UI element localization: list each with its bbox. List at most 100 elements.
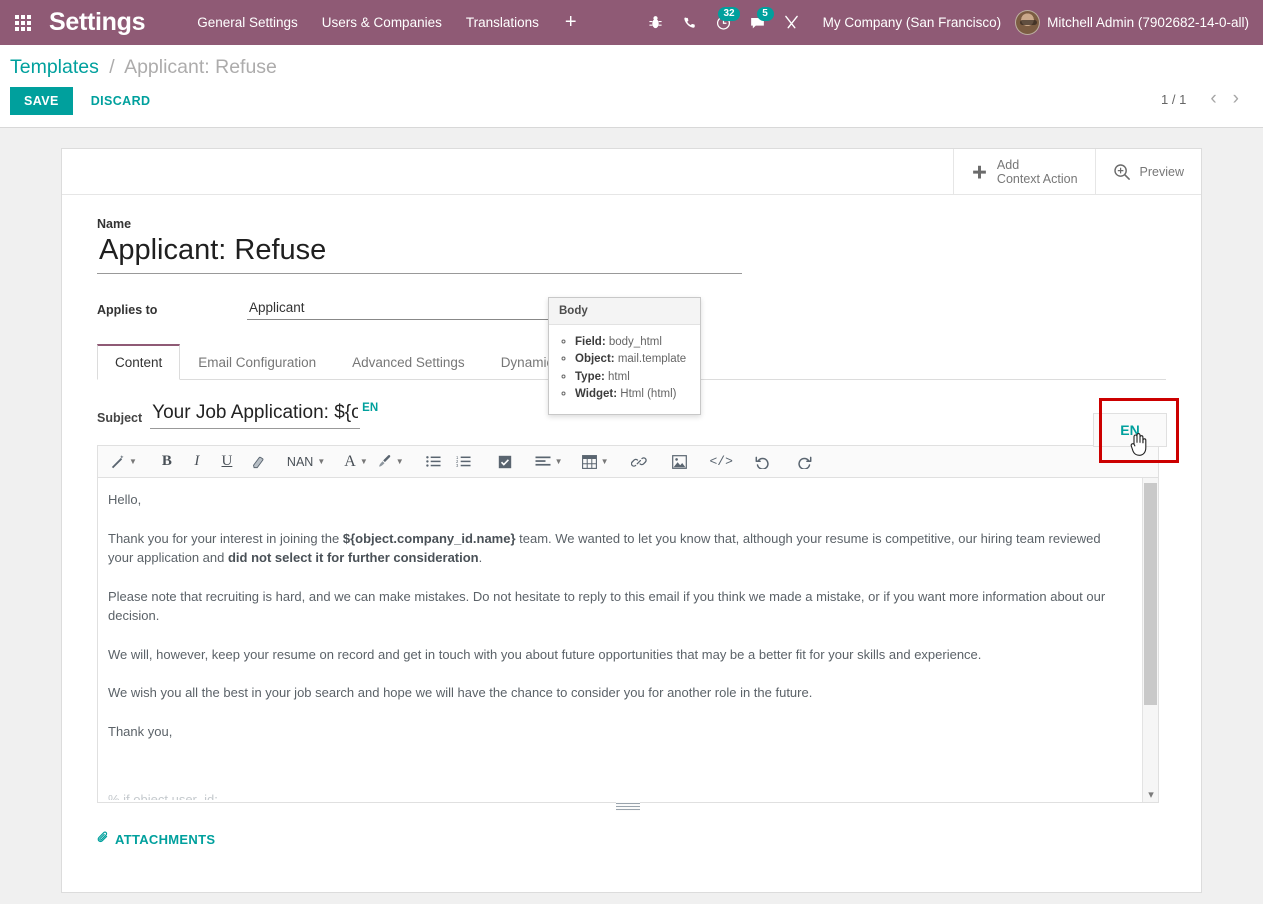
form-sheet: Add Context Action Preview Name	[61, 148, 1202, 893]
bold-icon[interactable]: B	[152, 446, 182, 477]
font-color-icon[interactable]: A▼	[340, 446, 371, 477]
navbar-menu: General Settings Users & Companies Trans…	[185, 0, 590, 45]
paintbrush-icon-svg	[376, 454, 392, 469]
background-color-icon[interactable]: ▼	[372, 446, 408, 477]
attachments-label: ATTACHMENTS	[115, 832, 215, 847]
paperclip-icon-svg	[97, 831, 109, 844]
body-paragraph-1: Thank you for your interest in joining t…	[108, 529, 1119, 568]
attachments-button[interactable]: ATTACHMENTS	[97, 831, 215, 847]
font-size-dropdown[interactable]: NAN▼	[283, 446, 329, 477]
tools-icon-svg	[784, 15, 799, 30]
tooltip-title: Body	[549, 298, 700, 325]
subject-label: Subject	[97, 411, 142, 429]
applies-to-label: Applies to	[97, 303, 247, 317]
tooltip-widget-key: Widget:	[575, 388, 617, 400]
editor-canvas[interactable]: Hello, Thank you for your interest in jo…	[97, 478, 1159, 803]
align-icon-svg	[535, 456, 551, 468]
apps-menu-button[interactable]	[0, 0, 46, 45]
magnifier-plus-icon	[1113, 163, 1131, 181]
editor-scrollbar-thumb[interactable]	[1144, 483, 1157, 705]
pager-previous-icon[interactable]: ‹	[1204, 90, 1222, 108]
menu-translations[interactable]: Translations	[454, 0, 551, 45]
plus-icon	[971, 164, 988, 181]
clear-format-icon[interactable]	[242, 446, 272, 477]
name-input[interactable]	[97, 233, 742, 274]
align-dropdown-icon[interactable]: ▼	[531, 446, 567, 477]
tooltip-row-field: Field: body_html	[575, 335, 690, 349]
pager-count: 1 / 1	[1161, 92, 1186, 107]
pager-next-icon[interactable]: ›	[1227, 90, 1245, 108]
preview-button[interactable]: Preview	[1095, 149, 1201, 195]
body-paragraph-2: Please note that recruiting is hard, and…	[108, 587, 1119, 626]
messages-count-badge: 5	[757, 7, 774, 21]
tooltip-row-object: Object: mail.template	[575, 352, 690, 366]
developer-tools-icon[interactable]	[775, 0, 809, 45]
tooltip-object-value: mail.template	[615, 353, 687, 365]
tooltip-field-key: Field:	[575, 336, 606, 348]
tab-email-configuration[interactable]: Email Configuration	[180, 344, 334, 380]
name-field-label: Name	[97, 217, 1166, 231]
table-dropdown-icon[interactable]: ▼	[578, 446, 613, 477]
company-switcher[interactable]: My Company (San Francisco)	[809, 15, 1016, 30]
p1-bold-select: did not select it for further considerat…	[228, 550, 479, 565]
editor-resize-handle[interactable]	[616, 802, 640, 811]
tab-advanced-settings[interactable]: Advanced Settings	[334, 344, 483, 380]
scroll-down-chevron-icon[interactable]: ▾	[1143, 788, 1159, 801]
stat-button-bar: Add Context Action Preview	[62, 149, 1201, 195]
picture-icon-svg	[672, 455, 687, 469]
stat-label-wrap: Add Context Action	[997, 158, 1078, 186]
apps-grid-icon	[15, 15, 31, 31]
tooltip-detail-list: Field: body_html Object: mail.template T…	[549, 325, 700, 414]
bug-icon[interactable]	[639, 0, 673, 45]
field-tooltip-popup: Body Field: body_html Object: mail.templ…	[548, 297, 701, 415]
user-menu[interactable]: Mitchell Admin (7902682-14-0-all)	[1015, 10, 1263, 35]
breadcrumb-templates-link[interactable]: Templates	[10, 56, 99, 78]
image-icon[interactable]	[665, 446, 695, 477]
editor-rich-text[interactable]: Hello, Thank you for your interest in jo…	[98, 478, 1133, 753]
breadcrumb-current: Applicant: Refuse	[124, 56, 277, 78]
checklist-icon[interactable]	[490, 446, 520, 477]
menu-users-companies[interactable]: Users & Companies	[310, 0, 454, 45]
tooltip-type-key: Type:	[575, 371, 605, 383]
menu-general-settings[interactable]: General Settings	[185, 0, 310, 45]
undo-icon-svg	[755, 455, 771, 469]
breadcrumb-separator: /	[109, 56, 114, 78]
eraser-icon-svg	[249, 455, 265, 469]
table-icon-svg	[582, 455, 597, 469]
add-context-action-button[interactable]: Add Context Action	[953, 149, 1095, 195]
undo-icon[interactable]	[748, 446, 778, 477]
chain-icon-svg	[631, 455, 647, 469]
top-navbar: Settings General Settings Users & Compan…	[0, 0, 1263, 45]
subject-input[interactable]	[150, 402, 360, 429]
body-editor: EN ▼ B	[97, 445, 1159, 803]
link-icon[interactable]	[624, 446, 654, 477]
p1-before: Thank you for your interest in joining t…	[108, 531, 343, 546]
italic-icon[interactable]: I	[182, 446, 212, 477]
font-size-value: NAN	[287, 455, 313, 469]
messages-icon[interactable]: 5	[741, 0, 775, 45]
activity-count-badge: 32	[718, 7, 739, 21]
subject-lang-badge[interactable]: EN	[362, 402, 378, 414]
redo-icon[interactable]	[789, 446, 819, 477]
activity-clock-icon[interactable]: 32	[707, 0, 741, 45]
add-context-action-line2: Context Action	[997, 172, 1078, 186]
ordered-list-icon[interactable]: 1 2 3	[449, 446, 479, 477]
font-color-letter: A	[344, 453, 356, 471]
underline-icon[interactable]: U	[212, 446, 242, 477]
phone-icon[interactable]	[673, 0, 707, 45]
plus-icon-svg	[971, 164, 988, 181]
unordered-list-icon[interactable]	[419, 446, 449, 477]
save-button[interactable]: SAVE	[10, 87, 73, 115]
editor-scrollbar[interactable]: ▾	[1142, 478, 1158, 803]
sheet-background: Add Context Action Preview Name	[0, 128, 1263, 904]
discard-button[interactable]: DISCARD	[83, 87, 159, 115]
tab-content[interactable]: Content	[97, 344, 180, 380]
avatar	[1015, 10, 1040, 35]
paperclip-icon	[97, 831, 109, 847]
body-language-button[interactable]: EN	[1093, 413, 1167, 447]
body-paragraph-3: We will, however, keep your resume on re…	[108, 645, 1119, 665]
tooltip-row-widget: Widget: Html (html)	[575, 387, 690, 401]
code-view-icon[interactable]: </>	[706, 446, 737, 477]
menu-add-icon[interactable]: +	[551, 0, 591, 45]
style-wand-icon[interactable]: ▼	[106, 446, 141, 477]
